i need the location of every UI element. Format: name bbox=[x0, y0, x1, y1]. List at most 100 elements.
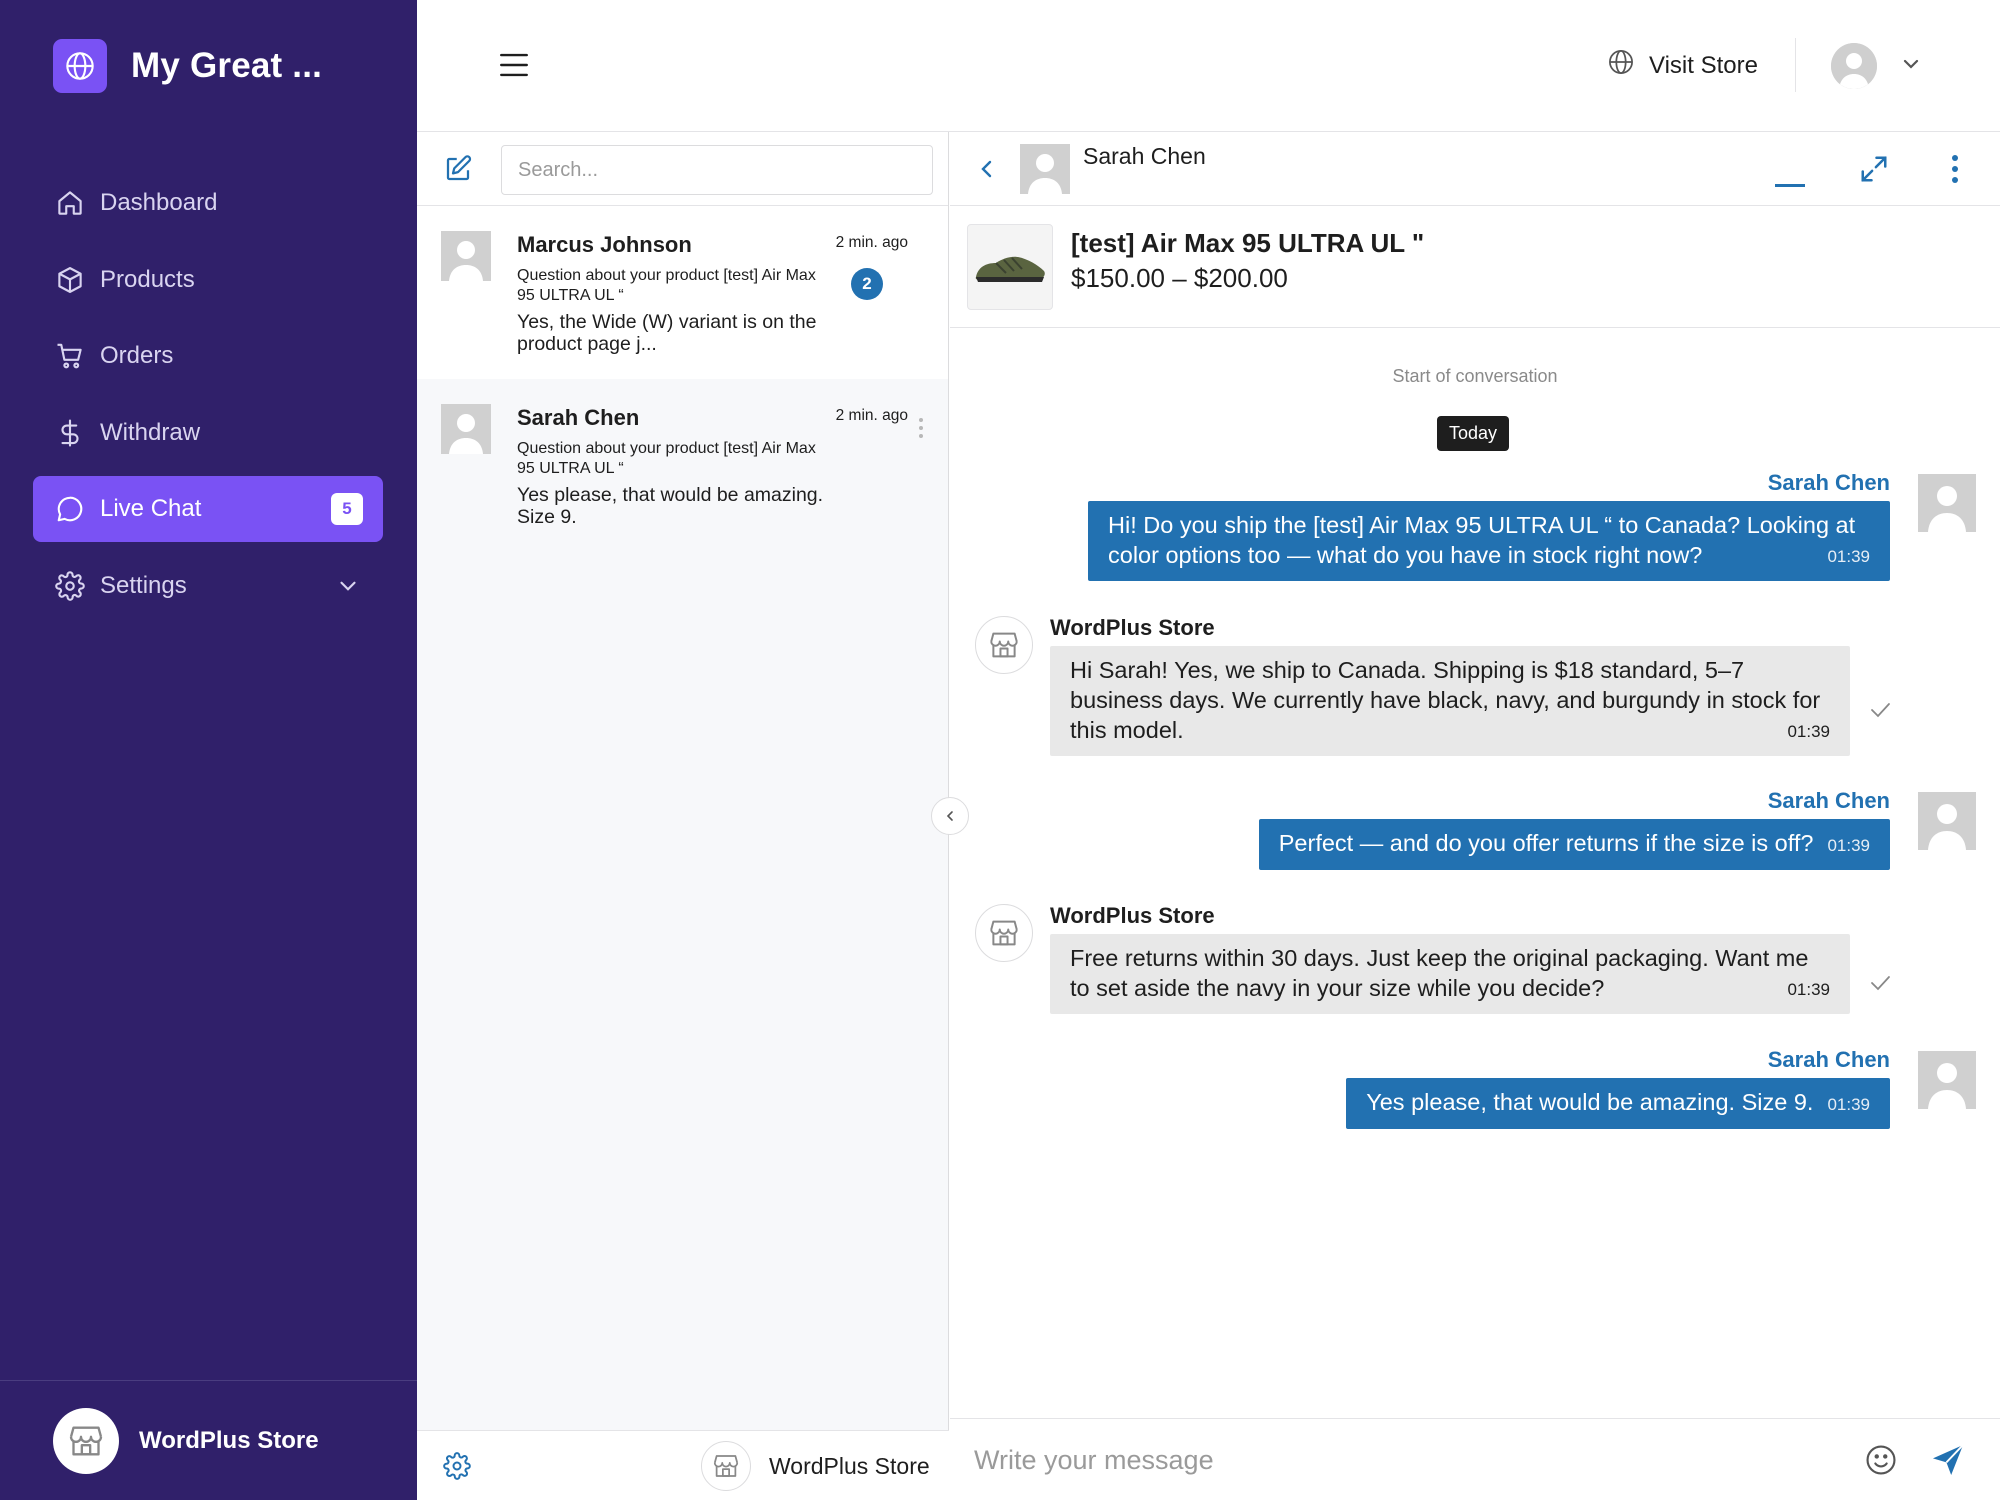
chat-settings-button[interactable] bbox=[443, 1452, 471, 1480]
brand-title: My Great ... bbox=[131, 46, 323, 85]
sidebar-item-label: Withdraw bbox=[100, 418, 201, 446]
conversation-item-sarah-chen[interactable]: Sarah Chen 2 min. ago Question about you… bbox=[417, 379, 948, 552]
current-store[interactable]: WordPlus Store bbox=[701, 1441, 930, 1491]
conversation-list-footer: WordPlus Store bbox=[417, 1430, 949, 1500]
chevron-down-icon bbox=[335, 573, 361, 606]
conversation-list-panel: Marcus Johnson 2 min. ago Question about… bbox=[417, 132, 949, 1500]
message-text: Yes please, that would be amazing. Size … bbox=[1366, 1089, 1814, 1115]
message-list: Start of conversation Today Sarah Chen H… bbox=[950, 328, 2000, 1408]
chat-contact-name: Sarah Chen bbox=[1083, 143, 1206, 169]
product-image bbox=[967, 224, 1053, 310]
sidebar-item-label: Live Chat bbox=[100, 495, 202, 522]
send-button[interactable] bbox=[1929, 1441, 1967, 1479]
conversation-item-marcus-johnson[interactable]: Marcus Johnson 2 min. ago Question about… bbox=[417, 206, 948, 379]
conversation-subject: Question about your product [test] Air M… bbox=[517, 267, 816, 304]
minimize-button[interactable] bbox=[1774, 162, 1806, 188]
message-sender: WordPlus Store bbox=[1050, 903, 1215, 928]
message-sender: Sarah Chen bbox=[1767, 788, 1890, 813]
minimize-icon bbox=[1775, 184, 1805, 187]
message-text: Free returns within 30 days. Just keep t… bbox=[1070, 945, 1809, 1001]
chat-panel: Sarah Chen [test] Air Max 95 ULTRA UL " … bbox=[950, 132, 2000, 1500]
expand-button[interactable] bbox=[1859, 154, 1889, 184]
message-time: 01:39 bbox=[1787, 722, 1830, 741]
home-icon bbox=[54, 187, 86, 219]
sidebar-store-profile[interactable]: WordPlus Store bbox=[0, 1380, 417, 1500]
conversation-name: Marcus Johnson bbox=[517, 232, 692, 257]
message-bubble-outgoing: Perfect — and do you offer returns if th… bbox=[1258, 819, 1890, 870]
message-bubble-outgoing: Yes please, that would be amazing. Size … bbox=[1346, 1078, 1890, 1129]
check-icon bbox=[1868, 973, 1892, 993]
message-composer bbox=[950, 1418, 2000, 1500]
visit-store-label: Visit Store bbox=[1649, 51, 1758, 79]
avatar bbox=[1918, 792, 1976, 850]
message-bubble-incoming: Free returns within 30 days. Just keep t… bbox=[1050, 934, 1850, 1014]
more-options-button[interactable] bbox=[1951, 154, 1959, 184]
box-icon bbox=[54, 264, 86, 296]
avatar bbox=[1831, 43, 1877, 89]
gear-icon bbox=[443, 1452, 471, 1480]
sidebar-item-label: Products bbox=[100, 265, 195, 293]
gear-icon bbox=[54, 570, 86, 602]
conversation-start-label: Start of conversation bbox=[1392, 366, 1558, 386]
divider bbox=[1795, 38, 1796, 92]
check-icon bbox=[1868, 700, 1892, 720]
conversation-time: 2 min. ago bbox=[835, 234, 908, 251]
conversation-name: Sarah Chen bbox=[517, 405, 640, 430]
sidebar-item-orders[interactable]: Orders bbox=[33, 323, 383, 389]
product-price: $150.00 – $200.00 bbox=[1071, 263, 1288, 293]
chat-bubble-icon bbox=[54, 493, 86, 525]
message-time: 01:39 bbox=[1827, 547, 1870, 566]
globe-icon bbox=[1607, 48, 1635, 83]
emoji-button[interactable] bbox=[1864, 1443, 1898, 1477]
back-button[interactable] bbox=[975, 156, 999, 182]
send-icon bbox=[1932, 1444, 1964, 1476]
sidebar-item-label: Dashboard bbox=[100, 189, 218, 216]
store-icon bbox=[975, 616, 1033, 674]
new-conversation-button[interactable] bbox=[443, 154, 473, 184]
hamburger-icon bbox=[500, 53, 528, 77]
sidebar-item-products[interactable]: Products bbox=[33, 247, 383, 313]
store-icon bbox=[53, 1407, 119, 1474]
brand[interactable]: My Great ... bbox=[53, 39, 322, 93]
product-card[interactable]: [test] Air Max 95 ULTRA UL " $150.00 – $… bbox=[950, 206, 2000, 328]
sidebar-item-dashboard[interactable]: Dashboard bbox=[33, 170, 383, 236]
product-name: [test] Air Max 95 ULTRA UL " bbox=[1071, 228, 1425, 258]
sidebar-item-settings[interactable]: Settings bbox=[33, 553, 383, 619]
avatar bbox=[1918, 1051, 1976, 1109]
sidebar-item-withdraw[interactable]: Withdraw bbox=[33, 400, 383, 466]
message-sender: Sarah Chen bbox=[1767, 1047, 1890, 1072]
message-text: Hi Sarah! Yes, we ship to Canada. Shippi… bbox=[1070, 657, 1821, 743]
message-input[interactable] bbox=[974, 1433, 1854, 1487]
top-bar: Visit Store bbox=[417, 0, 2000, 132]
message-sender: WordPlus Store bbox=[1050, 615, 1215, 640]
store-name: WordPlus Store bbox=[769, 1452, 930, 1479]
globe-icon bbox=[53, 39, 107, 93]
user-menu[interactable] bbox=[1831, 43, 1923, 89]
sidebar-item-live-chat[interactable]: Live Chat 5 bbox=[33, 476, 383, 542]
message-bubble-incoming: Hi Sarah! Yes, we ship to Canada. Shippi… bbox=[1050, 646, 1850, 756]
message-text: Hi! Do you ship the [test] Air Max 95 UL… bbox=[1108, 512, 1856, 568]
more-vertical-icon bbox=[1952, 155, 1958, 183]
avatar bbox=[1020, 144, 1070, 194]
expand-icon bbox=[1861, 156, 1887, 182]
conversation-search-bar bbox=[417, 132, 948, 206]
cart-icon bbox=[54, 340, 86, 372]
collapse-panel-button[interactable] bbox=[931, 797, 969, 835]
visit-store-link[interactable]: Visit Store bbox=[1607, 48, 1758, 83]
chevron-left-icon bbox=[946, 811, 953, 821]
sidebar-nav: Dashboard Products Orders Withdraw Live … bbox=[33, 170, 383, 629]
conversation-time: 2 min. ago bbox=[835, 407, 908, 424]
avatar bbox=[1918, 474, 1976, 532]
smiley-icon bbox=[1866, 1445, 1896, 1475]
chevron-left-icon bbox=[981, 160, 992, 178]
sidebar-item-label: Orders bbox=[100, 342, 174, 369]
edit-icon bbox=[446, 155, 472, 181]
more-vertical-icon[interactable] bbox=[918, 417, 924, 439]
avatar bbox=[441, 231, 491, 281]
message-time: 01:39 bbox=[1787, 980, 1830, 999]
search-input[interactable] bbox=[501, 145, 933, 195]
store-icon bbox=[701, 1441, 751, 1491]
chevron-down-icon bbox=[1899, 52, 1923, 81]
message-bubble-outgoing: Hi! Do you ship the [test] Air Max 95 UL… bbox=[1088, 501, 1890, 581]
menu-toggle-button[interactable] bbox=[497, 48, 531, 82]
